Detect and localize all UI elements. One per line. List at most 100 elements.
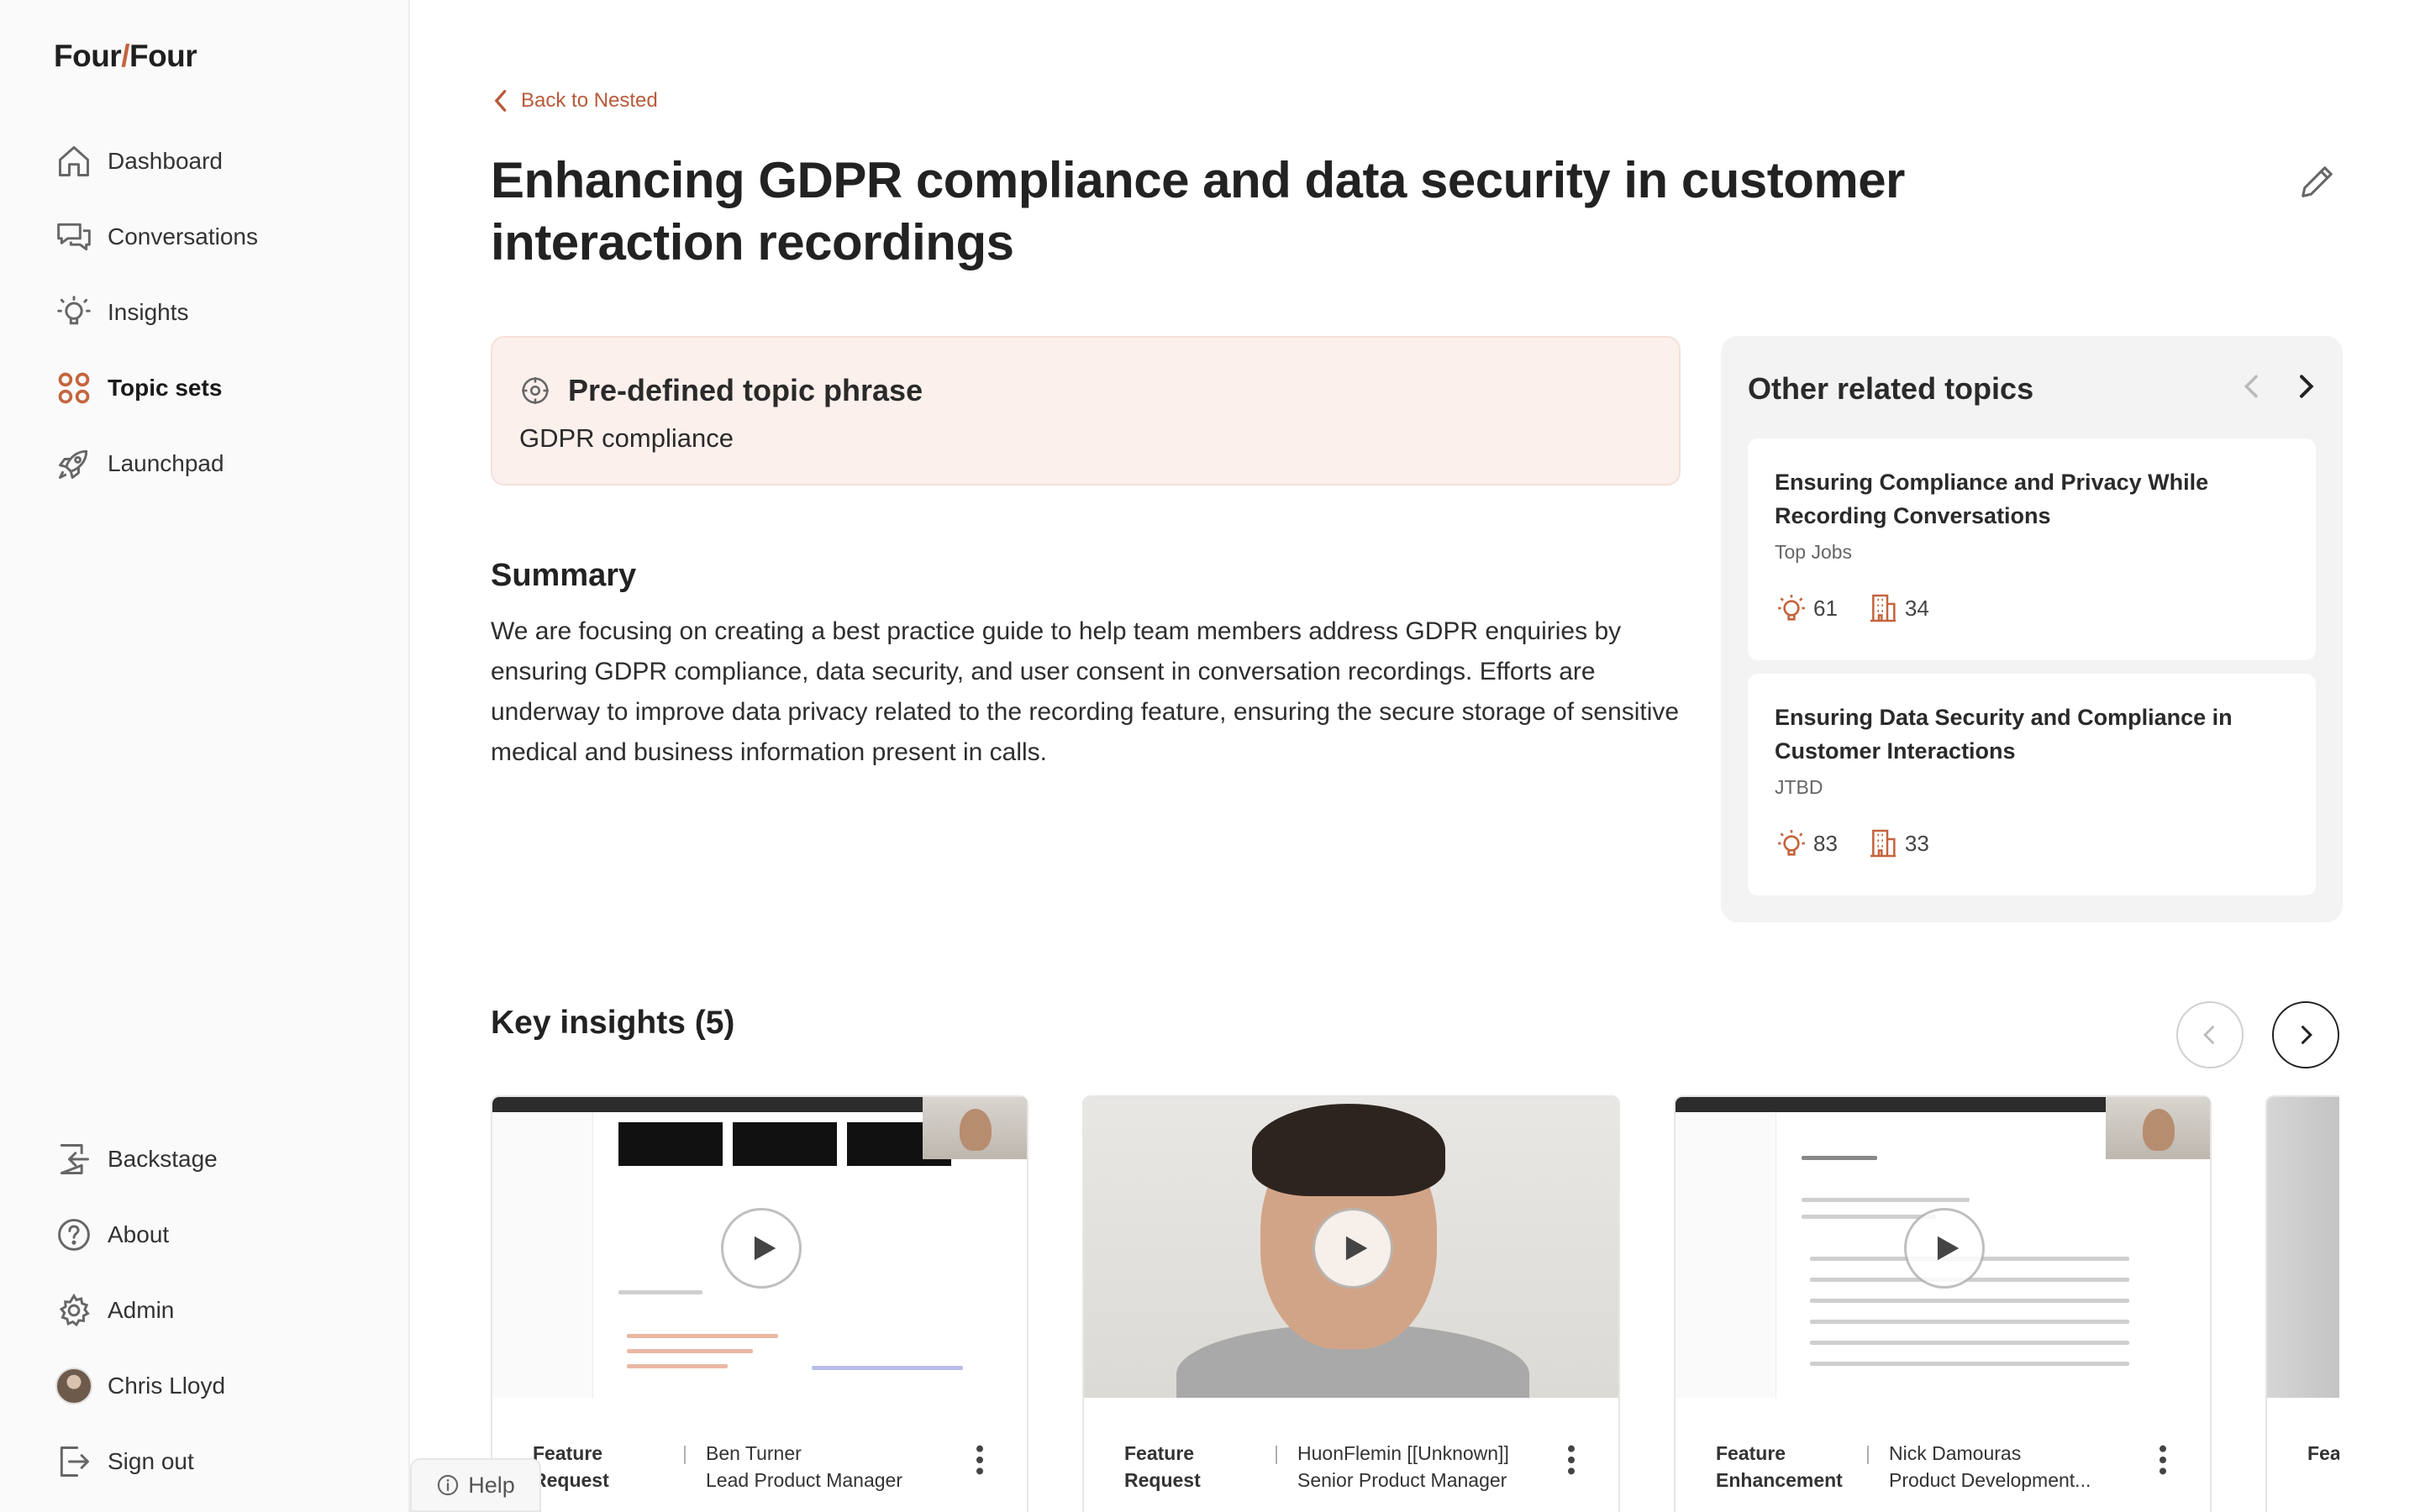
related-topic-card[interactable]: Ensuring Data Security and Compliance in… bbox=[1748, 674, 2316, 895]
insight-card[interactable]: Feature Request | HuonFlemin [[Unknown]]… bbox=[1082, 1095, 1620, 1512]
gear-icon bbox=[54, 1290, 94, 1331]
more-options-icon[interactable] bbox=[2153, 1443, 2173, 1477]
speaker-role: Lead Product Manager bbox=[706, 1469, 902, 1491]
sidebar-item-conversations[interactable]: Conversations bbox=[54, 213, 390, 260]
sidebar-item-topic-sets[interactable]: Topic sets bbox=[54, 365, 390, 412]
play-icon bbox=[1937, 1236, 1960, 1261]
key-insights-carousel: Feature Request | Ben Turner Lead Produc… bbox=[491, 1095, 2339, 1512]
building-icon bbox=[1870, 829, 1896, 858]
play-button[interactable] bbox=[1313, 1208, 1393, 1289]
video-thumbnail bbox=[1084, 1097, 1618, 1398]
info-icon bbox=[438, 1474, 459, 1496]
play-button[interactable] bbox=[721, 1208, 802, 1289]
insight-count: 61 bbox=[1813, 595, 1838, 621]
carousel-next-button[interactable] bbox=[2272, 1001, 2339, 1068]
back-link[interactable]: Back to Nested bbox=[491, 89, 658, 113]
sign-out-icon bbox=[54, 1441, 94, 1482]
sidebar-item-label: Sign out bbox=[108, 1448, 194, 1474]
sidebar-item-label: Chris Lloyd bbox=[108, 1373, 226, 1399]
company-count: 33 bbox=[1904, 830, 1929, 856]
main-nav: Dashboard Conversations Insights Topic s… bbox=[54, 138, 390, 516]
sidebar-item-dashboard[interactable]: Dashboard bbox=[54, 138, 390, 185]
sidebar: Four/Four Dashboard Conversations Insigh… bbox=[0, 0, 410, 1512]
sidebar-item-label: About bbox=[108, 1221, 170, 1247]
company-count: 34 bbox=[1904, 595, 1929, 621]
sidebar-item-label: Backstage bbox=[108, 1146, 218, 1172]
main-content: Back to Nested Enhancing GDPR compliance… bbox=[491, 0, 2373, 1512]
related-topic-title: Ensuring Data Security and Compliance in… bbox=[1775, 705, 2233, 764]
speaker-role: Senior Product Manager bbox=[1297, 1469, 1507, 1491]
help-button[interactable]: Help bbox=[410, 1458, 541, 1512]
play-icon bbox=[754, 1236, 776, 1261]
page-title: Enhancing GDPR compliance and data secur… bbox=[491, 152, 1905, 270]
related-topic-card[interactable]: Ensuring Compliance and Privacy While Re… bbox=[1748, 438, 2316, 660]
related-heading: Other related topics bbox=[1748, 371, 2034, 406]
sidebar-item-label: Launchpad bbox=[108, 450, 224, 476]
topic-phrase-card: Pre-defined topic phrase GDPR compliance bbox=[491, 336, 1681, 486]
insight-category: Feature Request bbox=[533, 1442, 609, 1491]
sidebar-item-label: Topic sets bbox=[108, 375, 223, 401]
chevron-left-icon bbox=[494, 90, 507, 112]
related-topic-set: JTBD bbox=[1775, 776, 1823, 798]
sidebar-item-label: Insights bbox=[108, 299, 189, 325]
speaker-name: Nick Damouras bbox=[1889, 1442, 2022, 1464]
related-topic-set: Top Jobs bbox=[1775, 541, 1853, 563]
home-icon bbox=[54, 141, 94, 181]
insight-category: Feat bbox=[2307, 1442, 2339, 1464]
speaker-name: HuonFlemin [[Unknown]] bbox=[1297, 1442, 1509, 1464]
building-icon bbox=[1870, 594, 1896, 622]
insight-count: 83 bbox=[1813, 830, 1838, 856]
sidebar-item-label: Conversations bbox=[108, 223, 258, 249]
insight-category: Feature Enhancement bbox=[1716, 1442, 1843, 1491]
video-thumbnail bbox=[1676, 1097, 2210, 1398]
insight-category: Feature Request bbox=[1124, 1442, 1201, 1491]
phrase-value: GDPR compliance bbox=[519, 423, 734, 453]
more-options-icon[interactable] bbox=[1561, 1443, 1581, 1477]
help-label: Help bbox=[468, 1472, 515, 1498]
sidebar-item-launchpad[interactable]: Launchpad bbox=[54, 440, 390, 487]
key-insights-heading: Key insights (5) bbox=[491, 1005, 735, 1041]
enter-icon bbox=[54, 1139, 94, 1179]
lightbulb-icon bbox=[54, 292, 94, 333]
sidebar-item-sign-out[interactable]: Sign out bbox=[54, 1438, 390, 1485]
insight-card[interactable]: Feat bbox=[2265, 1095, 2339, 1512]
sidebar-item-about[interactable]: About bbox=[54, 1211, 390, 1258]
carousel-prev-button[interactable] bbox=[2176, 1001, 2244, 1068]
rocket-icon bbox=[54, 444, 94, 484]
summary-heading: Summary bbox=[491, 558, 637, 593]
speaker-role: Product Development... bbox=[1889, 1469, 2091, 1491]
pencil-icon[interactable] bbox=[2296, 160, 2339, 203]
play-button[interactable] bbox=[1904, 1208, 1985, 1289]
more-options-icon[interactable] bbox=[970, 1443, 990, 1477]
chevron-right-icon[interactable] bbox=[2289, 370, 2323, 403]
target-icon bbox=[522, 377, 549, 404]
insight-card[interactable]: Feature Enhancement | Nick Damouras Prod… bbox=[1674, 1095, 2212, 1512]
video-thumbnail bbox=[2267, 1097, 2339, 1398]
lightbulb-icon bbox=[1778, 830, 1805, 856]
video-thumbnail bbox=[492, 1097, 1027, 1398]
back-link-label: Back to Nested bbox=[521, 89, 658, 112]
related-topic-title: Ensuring Compliance and Privacy While Re… bbox=[1775, 470, 2209, 528]
lightbulb-icon bbox=[1778, 595, 1805, 621]
app-logo[interactable]: Four/Four bbox=[54, 39, 197, 74]
speaker-name: Ben Turner bbox=[706, 1442, 802, 1464]
chevron-right-icon bbox=[2301, 1026, 2312, 1044]
chevron-left-icon[interactable] bbox=[2235, 370, 2269, 403]
sidebar-item-label: Admin bbox=[108, 1297, 175, 1323]
sidebar-item-profile[interactable]: Chris Lloyd bbox=[54, 1362, 390, 1410]
sidebar-item-label: Dashboard bbox=[108, 148, 223, 174]
secondary-nav: Backstage About Admin Chris Lloyd Sign o… bbox=[54, 1136, 390, 1512]
sidebar-item-admin[interactable]: Admin bbox=[54, 1287, 390, 1334]
insight-card[interactable]: Feature Request | Ben Turner Lead Produc… bbox=[491, 1095, 1028, 1512]
play-icon bbox=[1345, 1236, 1368, 1261]
related-topics-panel: Other related topics Ensuring Compliance… bbox=[1721, 336, 2343, 922]
chevron-left-icon bbox=[2203, 1026, 2214, 1044]
phrase-heading: Pre-defined topic phrase bbox=[568, 373, 923, 407]
avatar bbox=[55, 1368, 92, 1404]
sidebar-item-backstage[interactable]: Backstage bbox=[54, 1136, 390, 1183]
grid-icon bbox=[54, 368, 94, 408]
chat-icon bbox=[54, 217, 94, 257]
sidebar-item-insights[interactable]: Insights bbox=[54, 289, 390, 336]
summary-text: We are focusing on creating a best pract… bbox=[491, 617, 1680, 766]
question-icon bbox=[54, 1215, 94, 1255]
